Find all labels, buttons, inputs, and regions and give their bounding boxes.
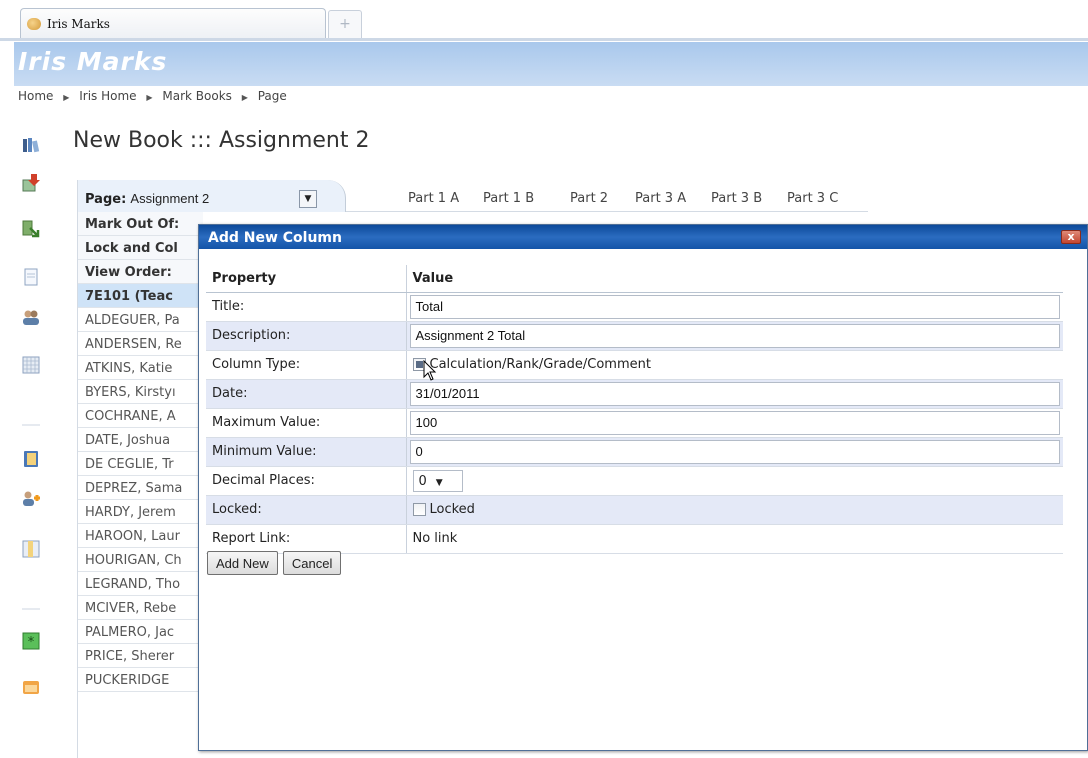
import-icon[interactable] <box>22 174 40 192</box>
chevron-down-icon: ▼ <box>435 477 443 488</box>
new-tab-button[interactable]: + <box>328 10 362 38</box>
column-header[interactable]: Part 3 C <box>787 191 838 206</box>
dialog-buttons: Add New Cancel <box>207 551 342 575</box>
property-header: Property <box>206 265 407 293</box>
plus-icon: + <box>339 16 351 32</box>
student-row[interactable]: HAROON, Laur <box>78 524 203 548</box>
chevron-right-icon: ▶ <box>63 93 70 102</box>
breadcrumb: Home ▶ Iris Home ▶ Mark Books ▶ Page <box>14 86 1088 108</box>
add-new-button[interactable]: Add New <box>207 551 278 575</box>
student-row[interactable]: BYERS, Kirstyı <box>78 380 203 404</box>
student-row[interactable]: DEPREZ, Sama <box>78 476 203 500</box>
max-value-input[interactable]: 100 <box>409 410 1060 435</box>
close-icon[interactable]: x <box>1061 230 1081 244</box>
app-title: Iris Marks <box>18 47 168 76</box>
column-header[interactable]: Part 3 B <box>711 191 762 206</box>
date-input[interactable]: 31/01/2011 <box>409 381 1060 406</box>
page-dropdown-button[interactable]: ▼ <box>299 190 317 208</box>
breadcrumb-iris-home[interactable]: Iris Home <box>79 89 136 103</box>
dialog-title-bar[interactable]: Add New Column x <box>199 225 1087 249</box>
decimal-places-label: Decimal Places: <box>206 466 407 496</box>
view-order-row: View Order: <box>78 260 203 284</box>
column-header[interactable]: Part 2 <box>570 191 608 206</box>
export-icon[interactable] <box>22 220 40 238</box>
value-header: Value <box>406 265 1063 293</box>
cancel-button[interactable]: Cancel <box>282 551 342 575</box>
students-icon[interactable] <box>22 308 40 326</box>
column-header[interactable]: Part 3 A <box>635 191 686 206</box>
student-row[interactable]: PRICE, Sherer <box>78 644 203 668</box>
breadcrumb-mark-books[interactable]: Mark Books <box>162 89 232 103</box>
description-label: Description: <box>206 321 407 351</box>
column-header[interactable]: Part 1 B <box>483 191 534 206</box>
report-link-label: Report Link: <box>206 524 407 554</box>
title-label: Title: <box>206 292 407 322</box>
locked-checkbox[interactable] <box>412 503 426 516</box>
page-selector-cell: Page: Assignment 2 ▼ <box>78 180 346 212</box>
grid-header: Page: Assignment 2 ▼ Part 1 A Part 1 B P… <box>78 180 868 212</box>
page-label: Page: <box>85 192 127 207</box>
page-title: New Book ::: Assignment 2 <box>73 128 370 153</box>
student-row[interactable]: ATKINS, Katie <box>78 356 203 380</box>
chevron-right-icon: ▶ <box>146 93 153 102</box>
breadcrumb-page: Page <box>257 89 287 103</box>
folder-icon[interactable] <box>22 678 40 696</box>
grid-row-labels: Mark Out Of: Lock and Col View Order: 7E… <box>78 212 203 692</box>
lock-and-color-row: Lock and Col <box>78 236 203 260</box>
title-input[interactable]: Total <box>409 294 1060 319</box>
page-value[interactable]: Assignment 2 <box>130 191 209 206</box>
chevron-right-icon: ▶ <box>241 93 248 102</box>
locked-label: Locked: <box>206 495 407 525</box>
divider-icon <box>22 424 40 426</box>
mouse-cursor-icon <box>423 360 437 381</box>
column-header[interactable]: Part 1 A <box>408 191 459 206</box>
student-row[interactable]: DATE, Joshua <box>78 428 203 452</box>
locked-option-label[interactable]: Locked <box>430 502 475 517</box>
property-table: Property Value Title: Total Description:… <box>206 265 1063 554</box>
dialog-title: Add New Column <box>208 230 342 246</box>
min-value-input[interactable]: 0 <box>409 439 1060 464</box>
svg-text:*: * <box>28 635 35 650</box>
columns-icon[interactable] <box>22 540 40 558</box>
add-new-column-dialog: Add New Column x Property Value Title: T… <box>198 224 1088 751</box>
column-type-label: Column Type: <box>206 350 407 380</box>
class-group-row[interactable]: 7E101 (Teac <box>78 284 203 308</box>
breadcrumb-home[interactable]: Home <box>18 89 53 103</box>
book-info-icon[interactable] <box>22 450 40 468</box>
student-row[interactable]: PALMERO, Jac <box>78 620 203 644</box>
student-row[interactable]: DE CEGLIE, Tr <box>78 452 203 476</box>
report-link-value: No link <box>406 524 1063 554</box>
browser-tab[interactable]: Iris Marks <box>20 8 326 38</box>
description-input[interactable]: Assignment 2 Total <box>409 323 1060 348</box>
decimal-places-select[interactable]: 0 ▼ <box>412 469 463 492</box>
min-value-label: Minimum Value: <box>206 437 407 467</box>
date-label: Date: <box>206 379 407 409</box>
books-icon[interactable] <box>22 136 40 154</box>
student-row[interactable]: ALDEGUER, Pa <box>78 308 203 332</box>
mark-out-of-row: Mark Out Of: <box>78 212 203 236</box>
divider-icon <box>22 608 40 610</box>
grid-icon[interactable] <box>22 356 40 374</box>
browser-tab-title: Iris Marks <box>47 17 110 31</box>
student-row[interactable]: LEGRAND, Tho <box>78 572 203 596</box>
column-type-option-label[interactable]: Calculation/Rank/Grade/Comment <box>430 357 651 372</box>
max-value-label: Maximum Value: <box>206 408 407 438</box>
add-students-icon[interactable] <box>22 490 40 508</box>
favicon-icon <box>27 18 41 30</box>
student-row[interactable]: HOURIGAN, Ch <box>78 548 203 572</box>
browser-tab-strip: Iris Marks + <box>0 0 1088 41</box>
tab-divider <box>0 38 1088 41</box>
student-row[interactable]: COCHRANE, A <box>78 404 203 428</box>
student-row[interactable]: ANDERSEN, Re <box>78 332 203 356</box>
document-icon[interactable] <box>22 268 40 286</box>
app-header: Iris Marks <box>14 42 1088 86</box>
calculator-icon[interactable]: * <box>22 632 40 650</box>
student-row[interactable]: PUCKERIDGE <box>78 668 203 692</box>
decimal-places-value: 0 <box>418 473 427 489</box>
student-row[interactable]: HARDY, Jerem <box>78 500 203 524</box>
student-row[interactable]: MCIVER, Rebe <box>78 596 203 620</box>
